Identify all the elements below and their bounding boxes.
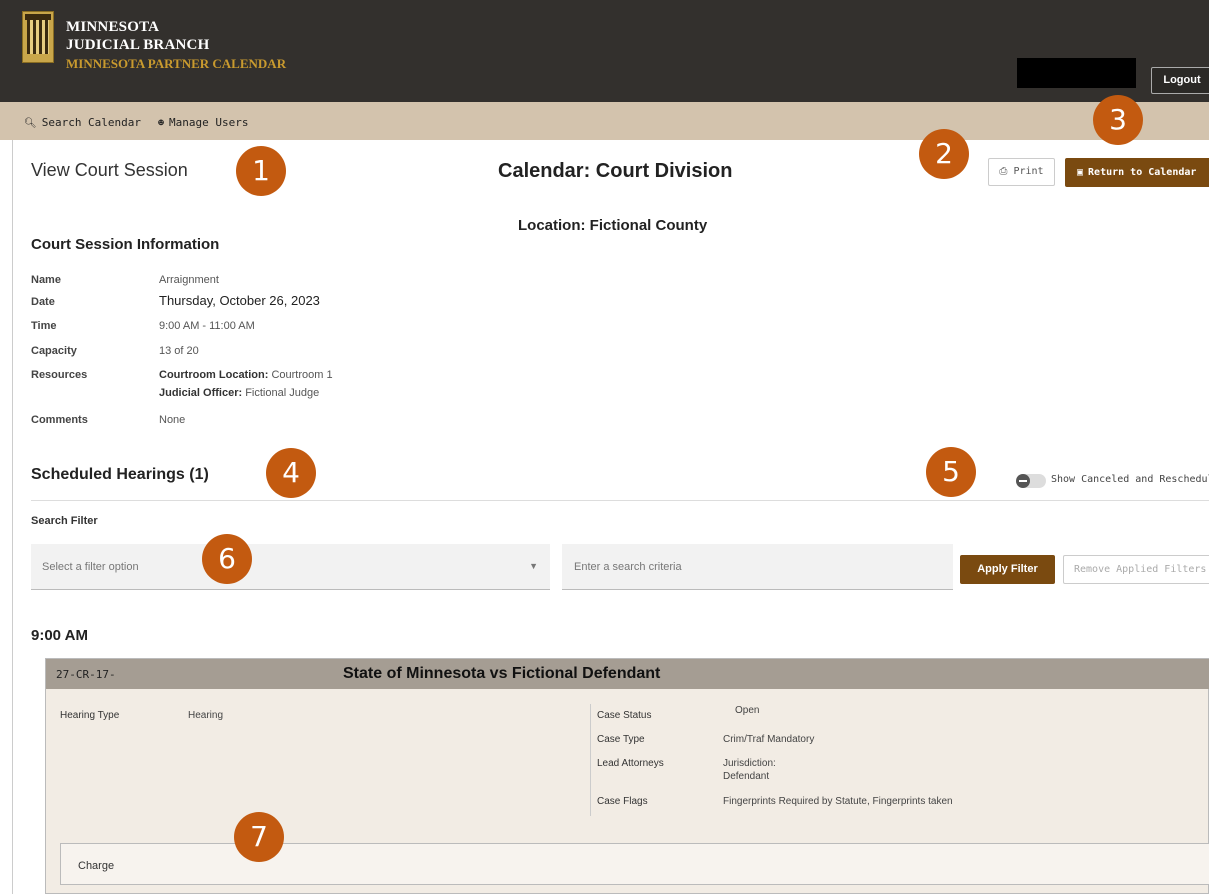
show-canceled-toggle[interactable] <box>1016 474 1046 488</box>
time-label: Time <box>31 320 57 332</box>
nav-manage-users-label: Manage Users <box>169 116 249 129</box>
comments-value: None <box>159 414 186 426</box>
brand-name-line2: JUDICIAL BRANCH <box>66 37 210 53</box>
page-title: View Court Session <box>31 160 188 180</box>
courtroom-resource: Courtroom Location: Courtroom 1 <box>159 369 333 381</box>
callout-badge: 5 <box>926 447 976 497</box>
comments-label: Comments <box>31 414 88 426</box>
hearing-card-header[interactable]: 27-CR-17- State of Minnesota vs Fictiona… <box>46 659 1209 689</box>
callout-badge: 7 <box>234 812 284 862</box>
callout-badge: 2 <box>919 129 969 179</box>
judicial-resource: Judicial Officer: Fictional Judge <box>159 387 319 399</box>
divider <box>31 500 1209 501</box>
redacted-user-name <box>1017 58 1136 88</box>
hearing-type-label: Hearing Type <box>60 710 120 721</box>
print-button[interactable]: ⎙ Print <box>988 158 1055 186</box>
nav-search-calendar-label: Search Calendar <box>41 116 142 129</box>
print-button-label: Print <box>1013 166 1044 177</box>
filter-select-placeholder: Select a filter option <box>42 561 139 573</box>
card-divider <box>590 704 591 816</box>
case-number: 27-CR-17- <box>56 668 116 681</box>
logout-button[interactable]: Logout <box>1151 67 1209 94</box>
search-filter-label: Search Filter <box>31 515 98 527</box>
judicial-branch-logo-icon <box>22 11 54 63</box>
case-type-label: Case Type <box>597 734 645 745</box>
capacity-value: 13 of 20 <box>159 345 199 357</box>
name-value: Arraignment <box>159 274 219 286</box>
search-icon: 🔍︎ <box>24 118 37 129</box>
date-label: Date <box>31 296 55 308</box>
callout-badge: 1 <box>236 146 286 196</box>
callout-badge: 3 <box>1093 95 1143 145</box>
remove-filters-button[interactable]: Remove Applied Filters <box>1063 555 1209 584</box>
app-header: MINNESOTA JUDICIAL BRANCH MINNESOTA PART… <box>0 0 1209 102</box>
return-button-label: Return to Calendar <box>1088 167 1197 178</box>
lead-attorneys-label: Lead Attorneys <box>597 758 664 769</box>
show-canceled-label: Show Canceled and Rescheduled <box>1051 474 1209 485</box>
app-name: MINNESOTA PARTNER CALENDAR <box>66 56 287 71</box>
nav-bar: 🔍︎ Search Calendar ☻ Manage Users <box>0 102 1209 140</box>
users-icon: ☻ <box>158 118 165 129</box>
return-to-calendar-button[interactable]: ▣ Return to Calendar <box>1065 158 1209 187</box>
time-group-heading: 9:00 AM <box>31 627 88 644</box>
location-title: Location: Fictional County <box>518 217 708 234</box>
case-flags-value: Fingerprints Required by Statute, Finger… <box>723 796 953 807</box>
courtroom-value: Courtroom 1 <box>271 369 333 381</box>
case-status-label: Case Status <box>597 710 652 721</box>
hearing-type-value: Hearing <box>188 710 224 721</box>
defendant-label: Defendant <box>723 771 770 782</box>
charge-section[interactable]: Charge <box>60 843 1209 885</box>
resources-label: Resources <box>31 369 88 381</box>
search-criteria-placeholder: Enter a search criteria <box>574 561 682 573</box>
courtroom-label: Courtroom Location: <box>159 369 269 381</box>
apply-filter-button[interactable]: Apply Filter <box>960 555 1055 584</box>
filter-option-select[interactable]: Select a filter option ▼ <box>31 544 550 590</box>
hearing-card: 27-CR-17- State of Minnesota vs Fictiona… <box>45 658 1209 894</box>
judicial-officer-label: Judicial Officer: <box>159 387 243 399</box>
case-flags-label: Case Flags <box>597 796 648 807</box>
session-info-heading: Court Session Information <box>31 236 220 253</box>
dropdown-arrow-icon: ▼ <box>529 561 538 571</box>
charge-label: Charge <box>78 860 115 872</box>
callout-badge: 6 <box>202 534 252 584</box>
search-criteria-input[interactable]: Enter a search criteria <box>562 544 953 590</box>
nav-search-calendar[interactable]: 🔍︎ Search Calendar <box>24 116 141 129</box>
callout-badge: 4 <box>266 448 316 498</box>
nav-manage-users[interactable]: ☻ Manage Users <box>158 116 249 129</box>
judicial-officer-value: Fictional Judge <box>245 387 320 399</box>
jurisdiction-label: Jurisdiction: <box>723 758 776 769</box>
name-label: Name <box>31 274 61 286</box>
brand-name-line1: MINNESOTA <box>66 19 160 35</box>
content-left-border <box>12 140 13 894</box>
time-value: 9:00 AM - 11:00 AM <box>159 320 255 332</box>
toggle-knob-icon <box>1016 474 1030 488</box>
capacity-label: Capacity <box>31 345 77 357</box>
case-status-value: Open <box>735 705 760 716</box>
printer-icon: ⎙ <box>999 166 1008 177</box>
case-title: State of Minnesota vs Fictional Defendan… <box>343 665 661 682</box>
date-value: Thursday, October 26, 2023 <box>159 293 320 308</box>
calendar-title: Calendar: Court Division <box>498 160 733 182</box>
calendar-icon: ▣ <box>1077 167 1084 178</box>
case-type-value: Crim/Traf Mandatory <box>723 734 815 745</box>
scheduled-hearings-heading: Scheduled Hearings (1) <box>31 466 209 483</box>
